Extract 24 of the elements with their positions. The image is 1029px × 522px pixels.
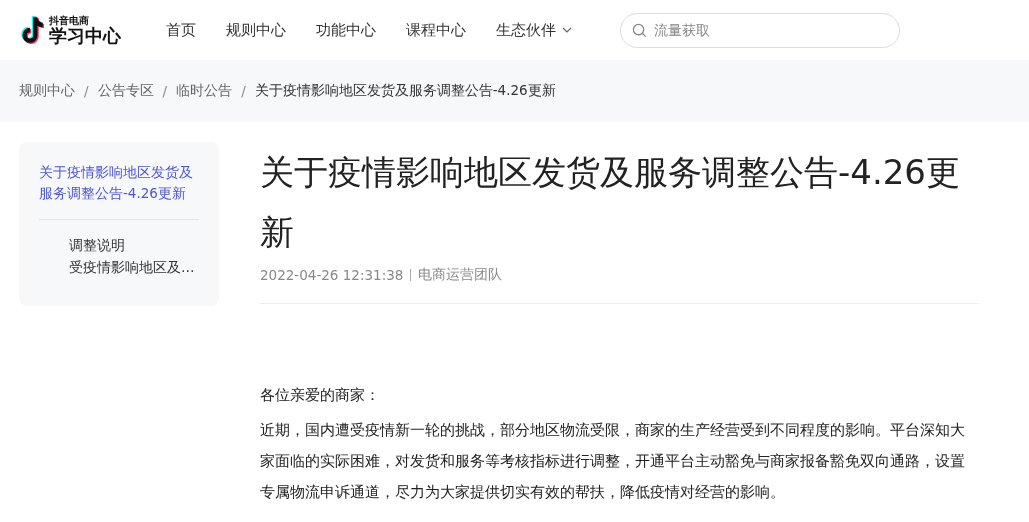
article-title: 关于疫情影响地区发货及服务调整公告-4.26更新	[260, 151, 961, 254]
paragraph: 各位亲爱的商家：	[260, 385, 381, 406]
breadcrumb-separator: /	[241, 83, 246, 99]
author-name: 电商运营团队	[418, 266, 503, 284]
toc-link[interactable]: 受疫情影响地区及…	[39, 256, 199, 278]
toc-link[interactable]: 关于疫情影响地区发货及服务调整公告-4.26更新	[39, 162, 199, 204]
publish-date: 2022-04-26 12:31:38	[260, 267, 404, 283]
breadcrumb-current: 关于疫情影响地区发货及服务调整公告-4.26更新	[254, 82, 556, 100]
search-field[interactable]: 流量获取	[620, 12, 900, 48]
breadcrumb-separator: /	[84, 83, 89, 99]
nav-link[interactable]: 首页	[166, 20, 196, 40]
nav-link[interactable]: 规则中心	[226, 20, 286, 40]
nav-link[interactable]: 生态伙伴	[496, 20, 572, 40]
breadcrumb-separator: /	[162, 83, 168, 99]
breadcrumb-link[interactable]: 公告专区	[97, 82, 154, 100]
music-note-icon	[18, 15, 44, 45]
nav-link[interactable]: 功能中心	[316, 20, 376, 40]
breadcrumb-link[interactable]: 规则中心	[19, 82, 75, 100]
nav-link[interactable]: 课程中心	[406, 20, 466, 40]
logo-subtitle: 抖音电商	[49, 15, 89, 26]
toc-link[interactable]: 调整说明	[39, 234, 199, 256]
logo-title: 学习中心	[49, 26, 121, 45]
breadcrumb-link[interactable]: 临时公告	[176, 82, 233, 100]
paragraph: 近期，国内遭受疫情新一轮的挑战，部分地区物流受限，商家的生产经营受到不同程度的影响。平台深知大家面临的实际困难，对发货和服务等考核指标进行调整，开通平台主动豁免与商家报备豁免双向通路，设置专属物流申诉通道，尽力为大家提供切实有效的帮扶，降低疫情对经营的影响。	[260, 420, 966, 503]
